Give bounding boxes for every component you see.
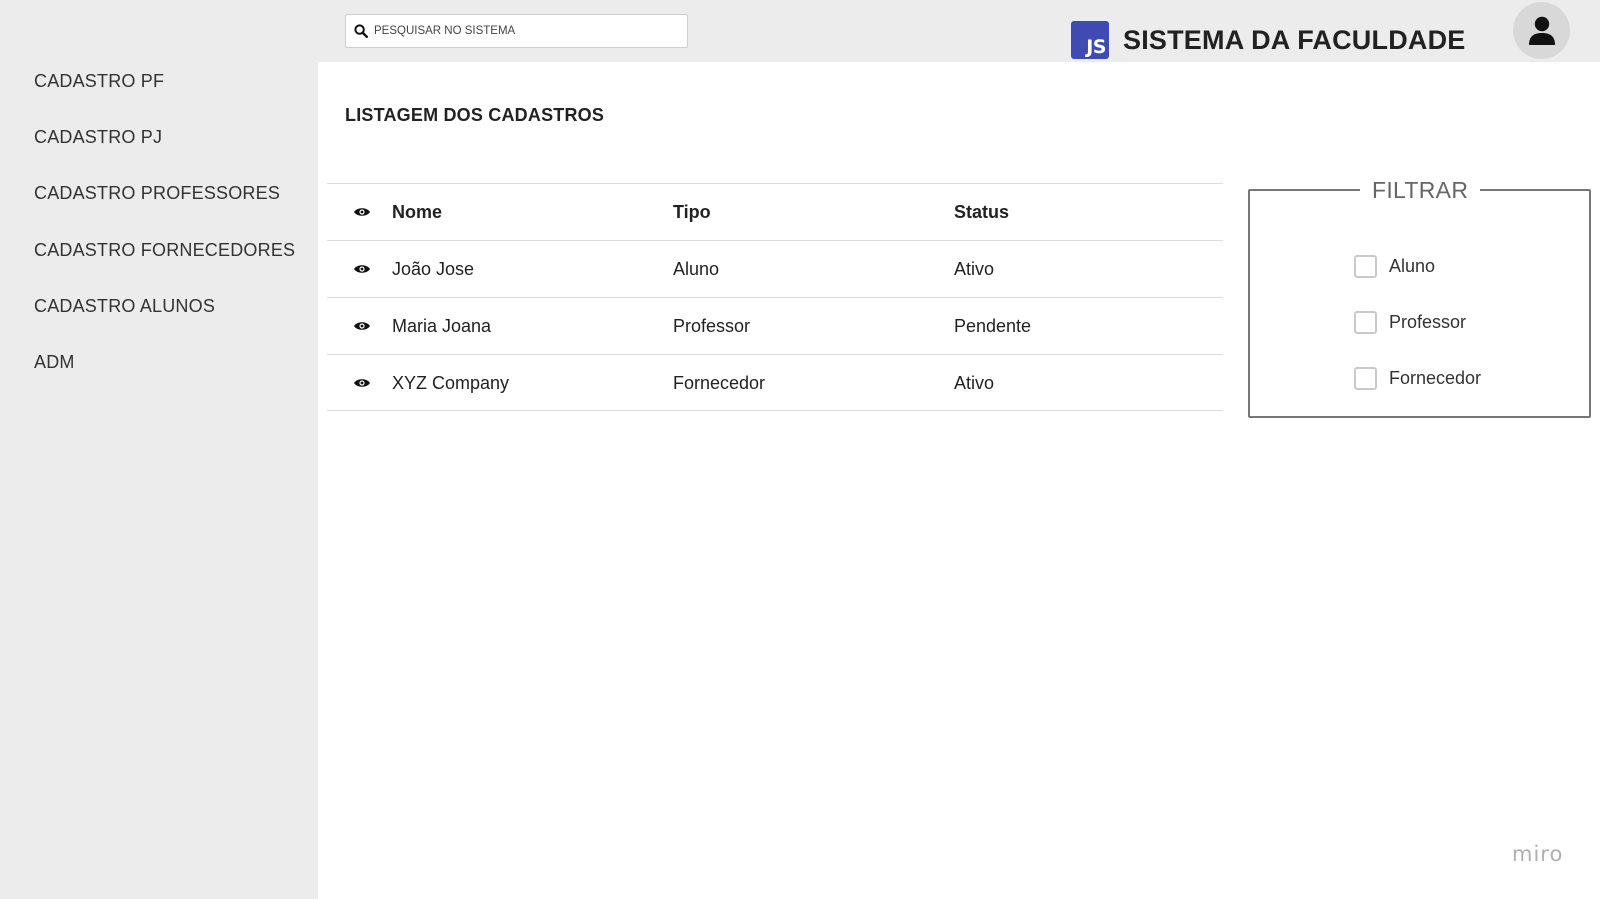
miro-watermark: miro bbox=[1512, 842, 1564, 866]
eye-icon bbox=[353, 184, 373, 240]
table-header-row: Nome Tipo Status bbox=[327, 183, 1223, 240]
cell-status: Ativo bbox=[954, 372, 995, 393]
sidebar-item-cadastro-alunos[interactable]: CADASTRO ALUNOS bbox=[34, 296, 215, 317]
brand: JS SISTEMA DA FACULDADE bbox=[1071, 20, 1466, 60]
sidebar-item-cadastro-fornecedores[interactable]: CADASTRO FORNECEDORES bbox=[34, 240, 295, 261]
filter-checkbox-fornecedor[interactable] bbox=[1354, 367, 1377, 390]
filter-title: FILTRAR bbox=[1360, 177, 1481, 204]
cell-nome: Maria Joana bbox=[392, 315, 492, 336]
column-header-nome[interactable]: Nome bbox=[392, 184, 442, 240]
column-header-tipo[interactable]: Tipo bbox=[673, 184, 711, 240]
table-row[interactable]: XYZ Company Fornecedor Ativo bbox=[327, 354, 1223, 411]
filter-checkbox-aluno[interactable] bbox=[1354, 255, 1377, 278]
filter-label-fornecedor: Fornecedor bbox=[1389, 368, 1482, 388]
cell-tipo: Aluno bbox=[673, 258, 720, 279]
filter-label-professor: Professor bbox=[1389, 312, 1467, 332]
app-window: JS SISTEMA DA FACULDADE CADASTRO PF CADA… bbox=[0, 0, 1600, 899]
view-eye-icon[interactable] bbox=[353, 298, 373, 354]
user-icon bbox=[1528, 16, 1555, 45]
column-header-status[interactable]: Status bbox=[954, 184, 1009, 240]
table-row[interactable]: Maria Joana Professor Pendente bbox=[327, 297, 1223, 354]
filter-panel: FILTRAR Aluno Professor Fornecedor bbox=[1248, 177, 1591, 418]
view-eye-icon[interactable] bbox=[353, 355, 373, 411]
table-row[interactable]: João Jose Aluno Ativo bbox=[327, 240, 1223, 297]
sidebar-item-cadastro-pf[interactable]: CADASTRO PF bbox=[34, 71, 164, 92]
cell-status: Ativo bbox=[954, 258, 995, 279]
filter-option-professor[interactable]: Professor bbox=[1354, 311, 1466, 334]
user-avatar-button[interactable] bbox=[1513, 2, 1570, 59]
cell-status: Pendente bbox=[954, 315, 1032, 336]
brand-logo-text: JS bbox=[1086, 36, 1106, 58]
cell-tipo: Fornecedor bbox=[673, 372, 766, 393]
main-panel: LISTAGEM DOS CADASTROS Nome Tipo Status … bbox=[318, 62, 1600, 899]
sidebar-item-cadastro-pj[interactable]: CADASTRO PJ bbox=[34, 127, 162, 148]
cell-tipo: Professor bbox=[673, 315, 751, 336]
js-logo-icon: JS bbox=[1071, 21, 1109, 59]
search-box[interactable] bbox=[345, 14, 688, 48]
sidebar-item-adm[interactable]: ADM bbox=[34, 352, 75, 373]
filter-option-aluno[interactable]: Aluno bbox=[1354, 255, 1435, 278]
cell-nome: João Jose bbox=[392, 258, 475, 279]
search-icon bbox=[354, 24, 368, 38]
filter-option-fornecedor[interactable]: Fornecedor bbox=[1354, 367, 1481, 390]
sidebar-item-cadastro-professores[interactable]: CADASTRO PROFESSORES bbox=[34, 183, 280, 204]
page-title: LISTAGEM DOS CADASTROS bbox=[345, 105, 605, 125]
app-title: SISTEMA DA FACULDADE bbox=[1123, 24, 1466, 55]
cell-nome: XYZ Company bbox=[392, 372, 510, 393]
search-input[interactable] bbox=[374, 25, 674, 37]
sidebar: CADASTRO PF CADASTRO PJ CADASTRO PROFESS… bbox=[0, 60, 318, 899]
records-table: Nome Tipo Status João Jose Aluno Ativo M… bbox=[327, 183, 1223, 411]
filter-label-aluno: Aluno bbox=[1389, 256, 1436, 276]
filter-checkbox-professor[interactable] bbox=[1354, 311, 1377, 334]
view-eye-icon[interactable] bbox=[353, 241, 373, 297]
